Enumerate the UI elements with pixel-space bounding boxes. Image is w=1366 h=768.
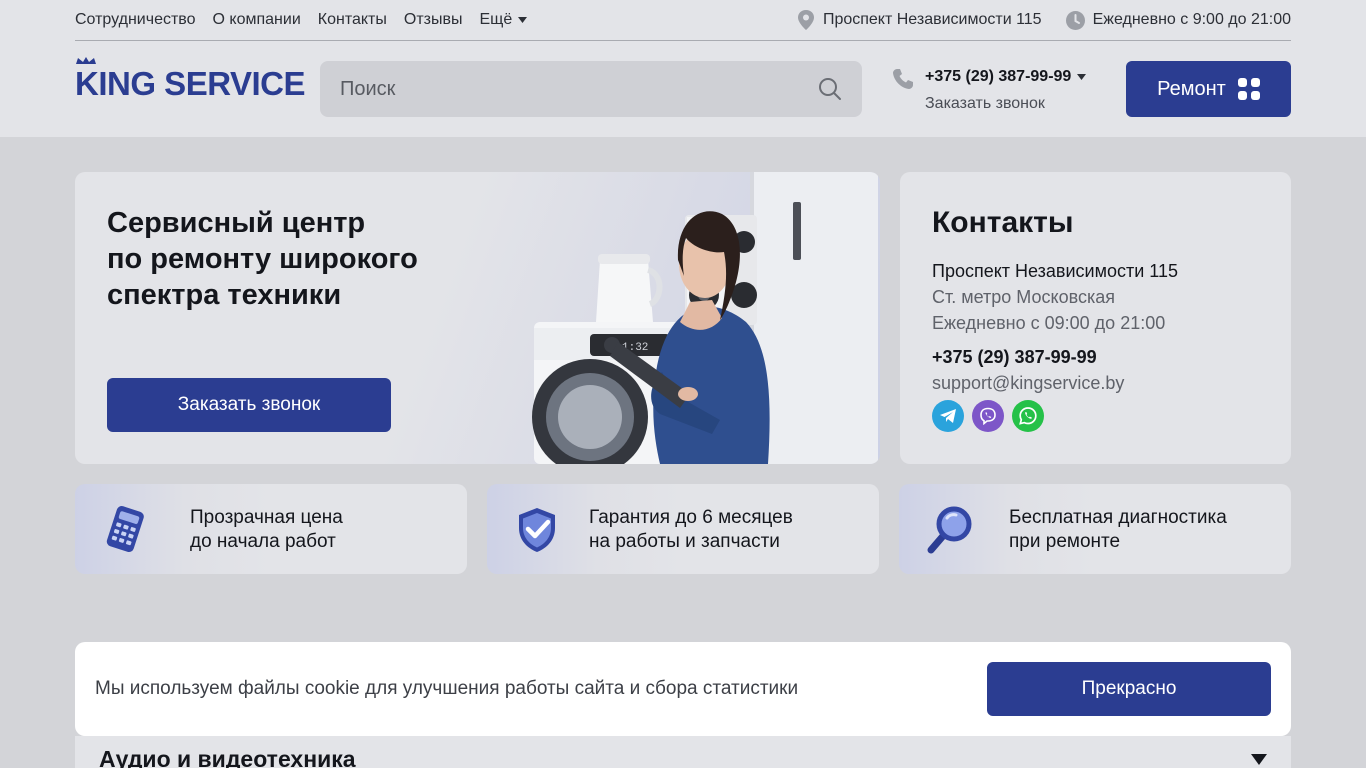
chevron-down-icon — [518, 17, 528, 23]
site-header: Сотрудничество О компании Контакты Отзыв… — [0, 0, 1366, 137]
hero-banner: Сервисный центр по ремонту широкого спек… — [75, 172, 880, 464]
logo-k: K — [75, 57, 99, 103]
search-icon[interactable] — [818, 77, 842, 101]
search-input[interactable] — [340, 77, 818, 101]
contacts-hours: Ежедневно с 09:00 до 21:00 — [932, 313, 1166, 333]
calculator-icon — [106, 506, 144, 553]
telegram-icon[interactable] — [932, 400, 964, 432]
chevron-down-icon — [1077, 74, 1087, 80]
contacts-metro: Ст. метро Московская — [932, 287, 1115, 307]
contacts-address: Проспект Независимости 115 — [932, 261, 1178, 281]
viber-icon[interactable] — [972, 400, 1004, 432]
clock-icon — [1065, 10, 1085, 30]
cookie-message: Мы используем файлы cookie для улучшения… — [95, 678, 799, 699]
cookie-banner: Мы используем файлы cookie для улучшения… — [75, 642, 1291, 736]
telegram-plane-icon — [940, 409, 956, 423]
hero-illustration: 1:32 — [532, 172, 878, 464]
whatsapp-icon[interactable] — [1012, 400, 1044, 432]
repair-button[interactable]: Ремонт — [1126, 61, 1291, 117]
top-address: Проспект Независимости 115 — [797, 10, 1042, 30]
header-callback-link[interactable]: Заказать звонок — [925, 95, 1045, 113]
nav-more[interactable]: Ещё — [479, 11, 528, 29]
accordion-title: Аудио и видеотехника — [99, 746, 356, 768]
magnifier-icon — [927, 506, 972, 554]
grid-icon — [1237, 78, 1260, 100]
top-bar: Сотрудничество О компании Контакты Отзыв… — [75, 0, 1291, 41]
contacts-phone[interactable]: +375 (29) 387-99-99 — [932, 347, 1097, 368]
nav-cooperation[interactable]: Сотрудничество — [75, 11, 196, 29]
repair-button-label: Ремонт — [1157, 77, 1226, 100]
nav-reviews[interactable]: Отзывы — [404, 11, 463, 29]
header-phone-number[interactable]: +375 (29) 387-99-99 — [925, 68, 1087, 86]
header-phone: +375 (29) 387-99-99 Заказать звонок — [892, 66, 1102, 116]
feature-text: Бесплатная диагностика при ремонте — [1009, 507, 1227, 552]
viber-phone-icon — [980, 407, 996, 425]
chevron-down-icon — [1251, 754, 1267, 765]
shield-check-icon — [519, 508, 555, 552]
top-info: Проспект Независимости 115 Ежедневно с 9… — [797, 10, 1291, 30]
nav-more-label: Ещё — [479, 11, 513, 28]
hero-callback-button[interactable]: Заказать звонок — [107, 378, 391, 432]
contacts-title: Контакты — [932, 206, 1074, 239]
crown-icon — [76, 57, 96, 64]
logo[interactable]: K ING SERVICE — [75, 57, 305, 103]
phone-icon — [893, 69, 913, 89]
feature-transparent-price: Прозрачная цена до начала работ — [75, 484, 467, 574]
nav-contacts[interactable]: Контакты — [318, 11, 387, 29]
feature-text: Прозрачная цена до начала работ — [190, 507, 343, 552]
top-hours-text: Ежедневно с 9:00 до 21:00 — [1092, 11, 1291, 28]
nav-about[interactable]: О компании — [213, 11, 301, 29]
contacts-email[interactable]: support@kingservice.by — [932, 373, 1124, 394]
logo-text: ING SERVICE — [98, 65, 305, 102]
feature-text: Гарантия до 6 месяцев на работы и запчас… — [589, 507, 793, 552]
cookie-accept-button[interactable]: Прекрасно — [987, 662, 1271, 716]
top-hours: Ежедневно с 9:00 до 21:00 — [1065, 10, 1291, 30]
search-box — [320, 61, 862, 117]
whatsapp-phone-icon — [1019, 407, 1037, 425]
hero-title: Сервисный центр по ремонту широкого спек… — [107, 207, 418, 311]
feature-free-diagnostics: Бесплатная диагностика при ремонте — [899, 484, 1291, 574]
feature-warranty: Гарантия до 6 месяцев на работы и запчас… — [487, 484, 879, 574]
social-links — [932, 400, 1052, 432]
top-address-text: Проспект Независимости 115 — [822, 11, 1042, 28]
contacts-card: Контакты Проспект Независимости 115 Ст. … — [900, 172, 1291, 464]
top-nav: Сотрудничество О компании Контакты Отзыв… — [75, 11, 544, 29]
category-accordion-audio-video[interactable]: Аудио и видеотехника — [75, 736, 1291, 768]
location-pin-icon — [797, 10, 814, 30]
